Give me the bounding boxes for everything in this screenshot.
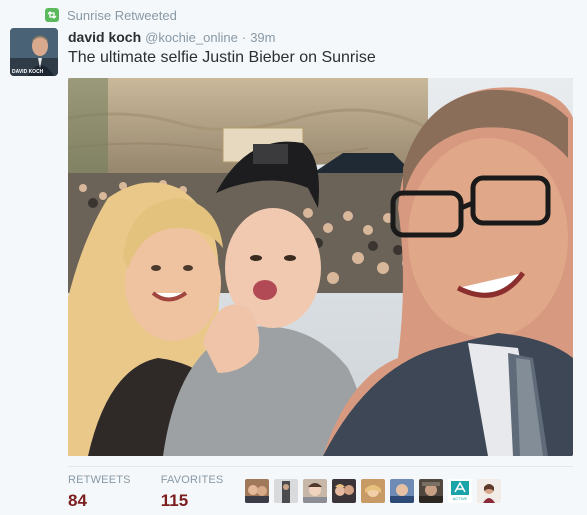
favoriter-avatar[interactable] <box>419 479 443 503</box>
favoriters-list: ACTIVE <box>245 479 501 503</box>
author-avatar[interactable]: DAVID KOCH <box>10 28 58 76</box>
tweet-photo[interactable] <box>68 78 573 456</box>
favorites-label: FAVORITES <box>160 474 224 486</box>
favoriter-avatar[interactable] <box>274 479 298 503</box>
avatar-caption: DAVID KOCH <box>12 69 44 75</box>
retweet-context[interactable]: Sunrise Retweeted <box>45 6 177 24</box>
retweets-label: RETWEETS <box>68 474 131 486</box>
active-logo-text: ACTIVE <box>453 496 468 501</box>
engagement-stats: RETWEETS 84 FAVORITES 115 <box>68 474 223 510</box>
tweet: Sunrise Retweeted DAVID KOCH david koch … <box>0 0 587 515</box>
favoriter-avatar[interactable] <box>477 479 501 503</box>
favorites-stat[interactable]: FAVORITES 115 <box>161 474 224 510</box>
favoriter-avatar[interactable] <box>332 479 356 503</box>
active-logo-avatar[interactable]: ACTIVE <box>448 479 472 503</box>
retweet-icon <box>45 8 59 22</box>
favorites-count: 115 <box>160 491 189 510</box>
retweet-label: Sunrise Retweeted <box>67 7 177 23</box>
tweet-text: The ultimate selfie Justin Bieber on Sun… <box>68 49 376 66</box>
retweets-count: 84 <box>68 491 87 510</box>
author-handle[interactable]: @kochie_online <box>145 30 238 45</box>
favoriter-avatar[interactable] <box>303 479 327 503</box>
retweets-stat[interactable]: RETWEETS 84 <box>68 474 131 510</box>
favoriter-avatar[interactable] <box>361 479 385 503</box>
tweet-header: david koch @kochie_online · 39m <box>68 29 275 45</box>
author-name[interactable]: david koch <box>68 29 141 45</box>
tweet-timestamp[interactable]: 39m <box>250 30 275 45</box>
favoriter-avatar[interactable] <box>390 479 414 503</box>
favoriter-avatar[interactable] <box>245 479 269 503</box>
separator-dot: · <box>241 30 247 45</box>
stats-divider <box>68 466 573 467</box>
